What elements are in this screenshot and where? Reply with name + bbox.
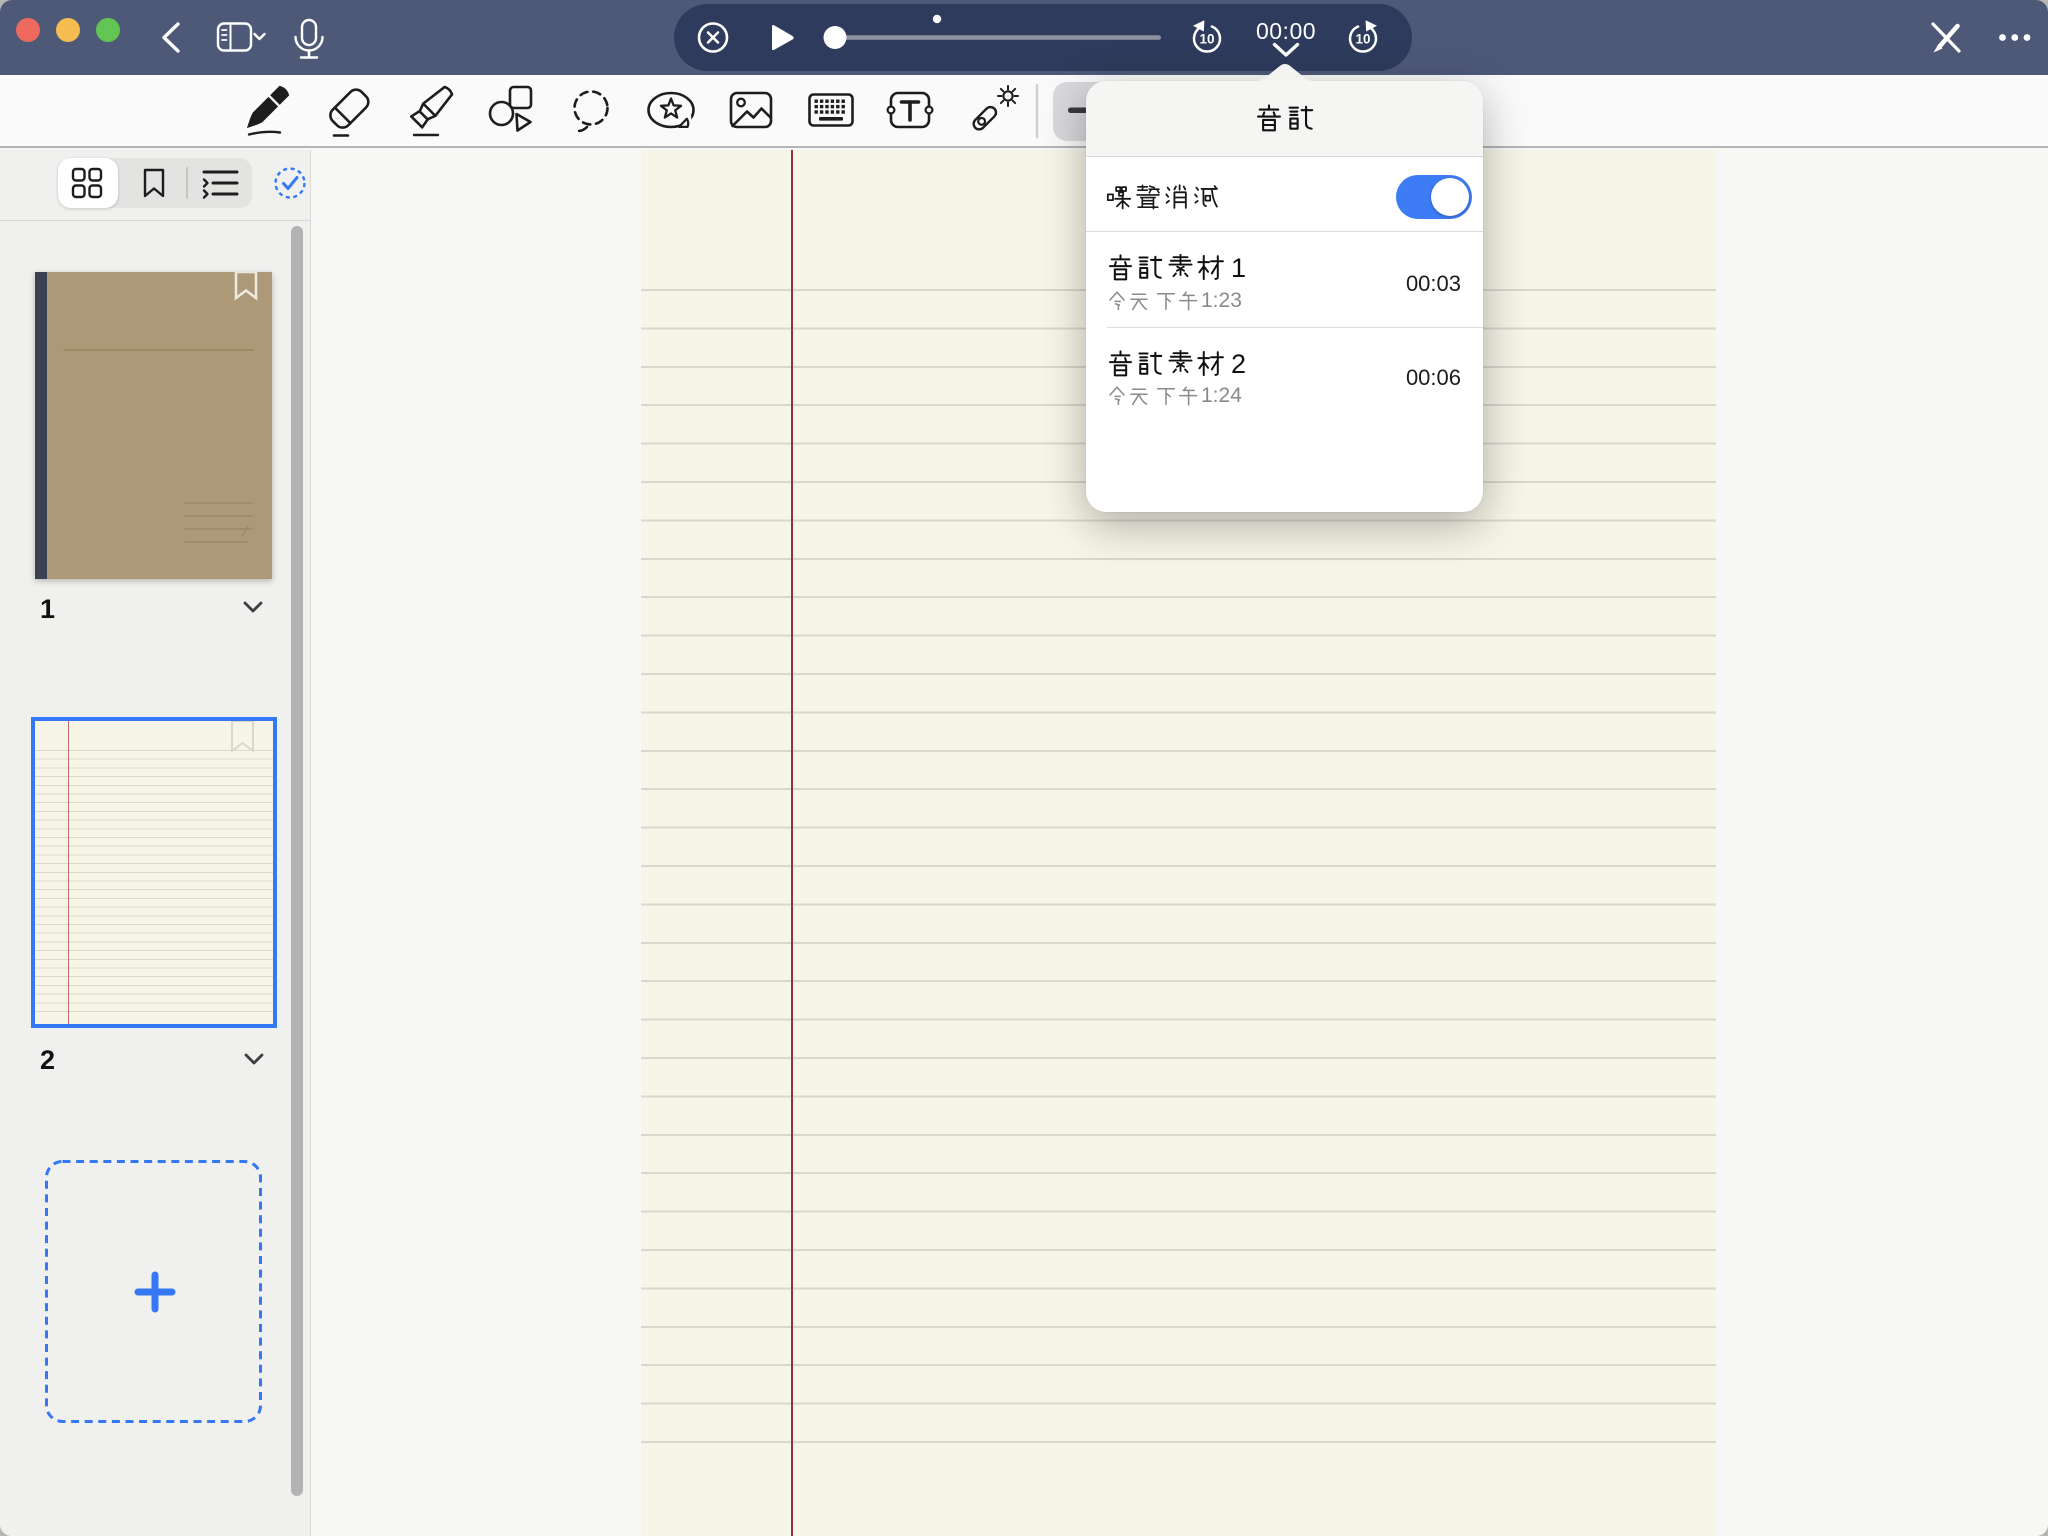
svg-text:10: 10 xyxy=(1355,31,1370,46)
svg-text:10: 10 xyxy=(1199,31,1214,46)
